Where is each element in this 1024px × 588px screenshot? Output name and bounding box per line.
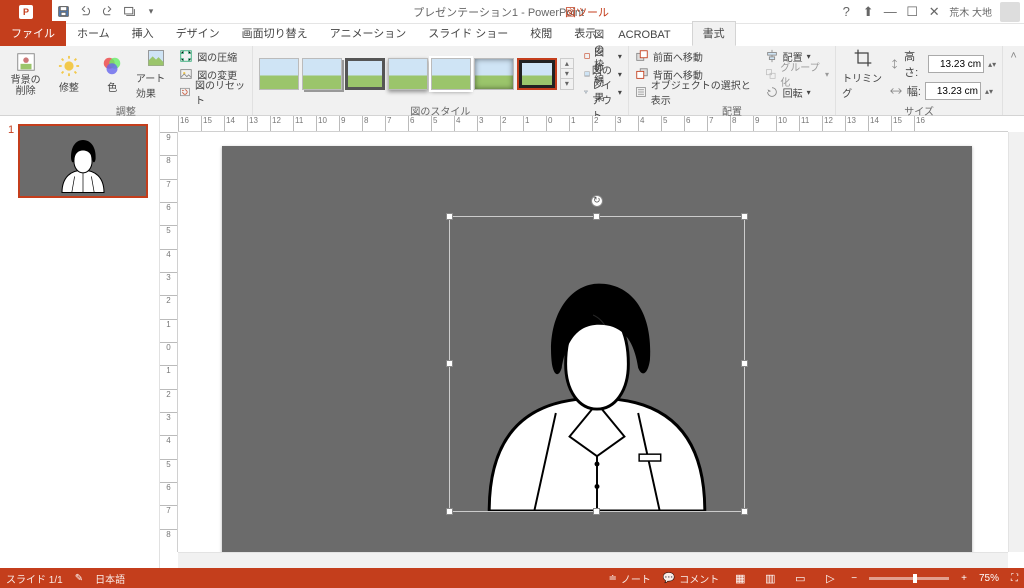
window-title: プレゼンテーション1 - PowerPoint (162, 4, 835, 20)
user-avatar[interactable] (1000, 2, 1020, 22)
zoom-in-button[interactable]: + (961, 573, 967, 584)
ribbon-display-button[interactable]: ⬆ (857, 1, 879, 23)
style-thumb[interactable] (259, 58, 299, 90)
editing-area: 1615141312111098765432101234567891011121… (160, 116, 1024, 568)
resize-handle[interactable] (446, 360, 453, 367)
height-label: 高さ: (904, 48, 924, 80)
start-from-beginning-button[interactable] (118, 1, 140, 23)
ribbon: 背景の 削除 修整 色 アート効果 図の圧縮 図 (0, 46, 1024, 116)
comments-button[interactable]: 💬 コメント (663, 571, 719, 586)
language-indicator[interactable]: 日本語 (95, 571, 125, 586)
tab-file[interactable]: ファイル (0, 21, 66, 46)
picture-content (450, 217, 744, 511)
help-button[interactable]: ? (835, 1, 857, 23)
save-button[interactable] (52, 1, 74, 23)
redo-button[interactable] (96, 1, 118, 23)
resize-handle[interactable] (593, 508, 600, 515)
picture-layout-button[interactable]: 図のレイアウト▾ (584, 84, 622, 100)
tab-format[interactable]: 書式 (692, 21, 736, 46)
workspace: 1 16151413121110987654321012345678910111… (0, 116, 1024, 568)
corrections-button[interactable]: 修整 (49, 48, 88, 100)
normal-view-button[interactable]: ▦ (731, 572, 749, 585)
zoom-slider[interactable] (869, 577, 949, 580)
resize-handle[interactable] (446, 213, 453, 220)
group-button[interactable]: グループ化▾ (765, 66, 829, 82)
height-icon (889, 57, 900, 71)
style-thumb[interactable] (345, 58, 385, 90)
tab-insert[interactable]: 挿入 (121, 21, 165, 46)
qat-customize-button[interactable]: ▾ (140, 1, 162, 23)
color-button[interactable]: 色 (93, 48, 132, 100)
crop-button[interactable]: トリミング (842, 48, 885, 100)
tab-transitions[interactable]: 画面切り替え (231, 21, 319, 46)
horizontal-scrollbar[interactable] (178, 552, 1008, 568)
undo-button[interactable] (74, 1, 96, 23)
slide-canvas[interactable] (222, 146, 972, 566)
app-icon: P (0, 0, 52, 24)
slide-thumbnail[interactable] (18, 124, 148, 198)
close-button[interactable]: ✕ (923, 1, 945, 23)
horizontal-ruler: 1615141312111098765432101234567891011121… (178, 116, 1008, 132)
tab-design[interactable]: デザイン (165, 21, 231, 46)
slideshow-view-button[interactable]: ▷ (821, 572, 839, 585)
reset-picture-button[interactable]: 図のリセット (179, 84, 246, 100)
remove-bg-button[interactable]: 背景の 削除 (6, 48, 45, 100)
vertical-scrollbar[interactable] (1008, 132, 1024, 552)
vertical-ruler: 987654321012345678 (160, 132, 178, 552)
resize-handle[interactable] (593, 213, 600, 220)
slide-number: 1 (8, 124, 14, 198)
reading-view-button[interactable]: ▭ (791, 572, 809, 585)
zoom-out-button[interactable]: − (851, 573, 857, 584)
resize-handle[interactable] (741, 360, 748, 367)
group-size: トリミング 高さ: ▴▾ 幅: ▴▾ サイズ (836, 46, 1003, 115)
maximize-button[interactable]: ☐ (901, 1, 923, 23)
sorter-view-button[interactable]: ▥ (761, 572, 779, 585)
artistic-effects-button[interactable]: アート効果 (136, 48, 175, 100)
picture-style-gallery[interactable]: ▴▾▾ (259, 58, 574, 90)
style-thumb[interactable] (302, 58, 342, 90)
selected-picture[interactable] (449, 216, 745, 512)
notes-button[interactable]: ≐ ノート (608, 571, 650, 586)
compress-picture-button[interactable]: 図の圧縮 (179, 48, 246, 64)
tab-slideshow[interactable]: スライド ショー (417, 21, 519, 46)
tab-acrobat[interactable]: ACROBAT (607, 25, 681, 46)
tab-animations[interactable]: アニメーション (319, 21, 418, 46)
width-label: 幅: (907, 83, 921, 99)
width-icon (889, 84, 903, 98)
group-picture-styles: ▴▾▾ 図の枠線▾ 図の効果▾ 図のレイアウト▾ 図のスタイル (253, 46, 629, 115)
tab-home[interactable]: ホーム (66, 21, 121, 46)
spellcheck-icon[interactable]: ✎ (75, 573, 83, 584)
gallery-scroll[interactable]: ▴▾▾ (560, 58, 574, 90)
group-arrange: 前面へ移動 背面へ移動 オブジェクトの選択と表示 配置▾ グ (629, 46, 836, 115)
resize-handle[interactable] (741, 213, 748, 220)
bring-forward-button[interactable]: 前面へ移動 (635, 48, 753, 64)
contextual-tab-label: 図ツール (565, 4, 609, 20)
ribbon-tabs: ファイル ホーム 挿入 デザイン 画面切り替え アニメーション スライド ショー… (0, 24, 1024, 46)
status-bar: スライド 1/1 ✎ 日本語 ≐ ノート 💬 コメント ▦ ▥ ▭ ▷ − + … (0, 568, 1024, 588)
zoom-level[interactable]: 75% (979, 573, 999, 584)
height-input[interactable] (928, 55, 984, 73)
collapse-ribbon-button[interactable]: ˄ (1003, 46, 1024, 115)
rotate-handle[interactable] (591, 195, 603, 207)
group-adjust: 背景の 削除 修整 色 アート効果 図の圧縮 図 (0, 46, 253, 115)
tab-review[interactable]: 校閲 (519, 21, 563, 46)
minimize-button[interactable]: — (879, 1, 901, 23)
selection-pane-button[interactable]: オブジェクトの選択と表示 (635, 84, 753, 100)
user-name: 荒木 大地 (949, 4, 992, 19)
width-input[interactable] (925, 82, 981, 100)
style-thumb[interactable] (431, 58, 471, 90)
thumbnail-image (20, 126, 146, 196)
slide-panel: 1 (0, 116, 160, 568)
style-thumb[interactable] (474, 58, 514, 90)
style-thumb-selected[interactable] (517, 58, 557, 90)
resize-handle[interactable] (741, 508, 748, 515)
style-thumb[interactable] (388, 58, 428, 90)
resize-handle[interactable] (446, 508, 453, 515)
slide-indicator[interactable]: スライド 1/1 (6, 571, 63, 586)
fit-to-window-button[interactable]: ⛶ (1011, 573, 1018, 584)
